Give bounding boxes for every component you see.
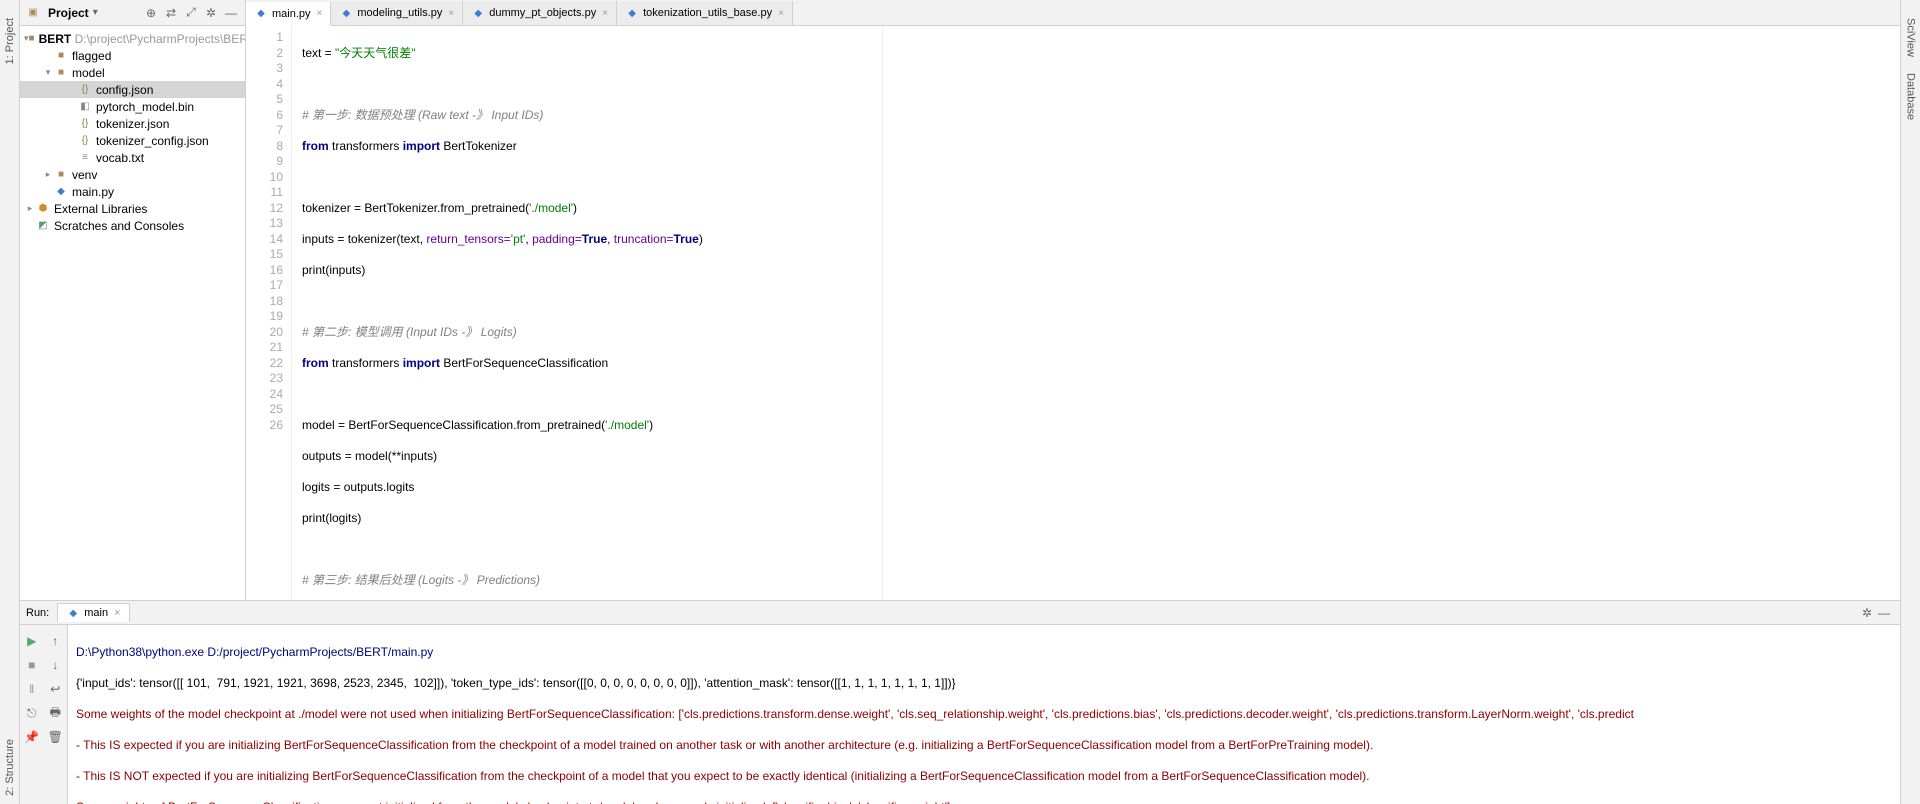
tree-pytorch-model-bin[interactable]: ◧pytorch_model.bin (20, 98, 245, 115)
expand-icon[interactable]: ⇄ (163, 5, 179, 21)
run-panel-header: Run: ◆main× ✲ — (20, 601, 1900, 625)
top-row: ▣ Project ▾ ⊕ ⇄ ⤢ ✲ — ▾■BERT D:\project\… (20, 0, 1900, 600)
locate-icon[interactable]: ⊕ (143, 5, 159, 21)
editor-area: ◆main.py× ◆modeling_utils.py× ◆dummy_pt_… (246, 0, 1900, 600)
tree-tokenizer-json[interactable]: {}tokenizer.json (20, 115, 245, 132)
structure-tool-button[interactable]: 2: Structure (4, 739, 16, 796)
tree-tokenizer-config-json[interactable]: {}tokenizer_config.json (20, 132, 245, 149)
editor-tabbar: ◆main.py× ◆modeling_utils.py× ◆dummy_pt_… (246, 0, 1900, 26)
close-icon[interactable]: × (602, 8, 608, 19)
tab-dummy-pt-objects[interactable]: ◆dummy_pt_objects.py× (463, 1, 617, 25)
tab-modeling-utils[interactable]: ◆modeling_utils.py× (331, 1, 463, 25)
tree-external-libs[interactable]: ▸⬢External Libraries (20, 200, 245, 217)
tree-model[interactable]: ▾■model (20, 64, 245, 81)
tree-root[interactable]: ▾■BERT D:\project\PycharmProjects\BERT (20, 30, 245, 47)
hide-icon[interactable]: — (223, 5, 239, 21)
run-print-icon[interactable]: 🖶 (46, 704, 64, 722)
tree-vocab-txt[interactable]: ≡vocab.txt (20, 149, 245, 166)
run-up-icon[interactable]: ↑ (46, 632, 64, 650)
run-body: ▶ ■ ‖ ⎋ 📌 ↑ ↓ ↩ 🖶 🗑 D:\Python38\python.e… (20, 625, 1900, 804)
settings-icon[interactable]: ✲ (203, 5, 219, 21)
run-clear-icon[interactable]: 🗑 (46, 728, 64, 746)
tree-flagged[interactable]: ■flagged (20, 47, 245, 64)
tree-scratches[interactable]: ◩Scratches and Consoles (20, 217, 245, 234)
run-pause-icon[interactable]: ‖ (23, 680, 41, 698)
run-hide-icon[interactable]: — (1878, 606, 1894, 620)
sciview-tool-button[interactable]: SciView (1905, 18, 1917, 57)
database-tool-button[interactable]: Database (1905, 73, 1917, 120)
close-icon[interactable]: × (448, 8, 454, 19)
close-icon[interactable]: × (778, 8, 784, 19)
tab-tokenization-utils-base[interactable]: ◆tokenization_utils_base.py× (617, 1, 793, 25)
main-column: ▣ Project ▾ ⊕ ⇄ ⤢ ✲ — ▾■BERT D:\project\… (20, 0, 1900, 804)
project-tool-button[interactable]: 1: Project (4, 18, 16, 64)
project-panel-header: ▣ Project ▾ ⊕ ⇄ ⤢ ✲ — (20, 0, 245, 26)
gutter: 1234567891011121314151617181920212223242… (246, 26, 292, 600)
run-exit-icon[interactable]: ⎋ (23, 704, 41, 722)
project-panel-title: Project (48, 6, 89, 20)
code-body[interactable]: text = "今天天气很差" # 第一步: 数据预处理 (Raw text -… (292, 26, 1900, 600)
run-stop-icon[interactable]: ■ (23, 656, 41, 674)
tree-main-py[interactable]: ◆main.py (20, 183, 245, 200)
close-icon[interactable]: × (317, 8, 323, 19)
run-rerun-icon[interactable]: ▶ (23, 632, 41, 650)
right-tool-stripe: SciView Database (1900, 0, 1920, 804)
right-margin-line (882, 26, 883, 600)
dropdown-icon[interactable]: ▾ (93, 7, 98, 18)
console-output[interactable]: D:\Python38\python.exe D:/project/Pychar… (68, 625, 1900, 804)
tab-main-py[interactable]: ◆main.py× (246, 2, 331, 26)
collapse-icon[interactable]: ⤢ (183, 5, 199, 21)
project-tree[interactable]: ▾■BERT D:\project\PycharmProjects\BERT ■… (20, 26, 245, 600)
code-editor[interactable]: 1234567891011121314151617181920212223242… (246, 26, 1900, 600)
project-icon: ▣ (26, 6, 40, 20)
project-panel: ▣ Project ▾ ⊕ ⇄ ⤢ ✲ — ▾■BERT D:\project\… (20, 0, 246, 600)
left-tool-stripe: 1: Project 2: Structure (0, 0, 20, 804)
run-pin-icon[interactable]: 📌 (23, 728, 41, 746)
run-toolbar: ▶ ■ ‖ ⎋ 📌 ↑ ↓ ↩ 🖶 🗑 (20, 625, 68, 804)
tree-venv[interactable]: ▸■venv (20, 166, 245, 183)
run-panel: Run: ◆main× ✲ — ▶ ■ ‖ ⎋ 📌 ↑ ↓ ↩ 🖶 (20, 600, 1900, 804)
run-title: Run: (26, 607, 49, 619)
run-down-icon[interactable]: ↓ (46, 656, 64, 674)
run-softwrap-icon[interactable]: ↩ (46, 680, 64, 698)
run-tab-main[interactable]: ◆main× (57, 603, 129, 622)
run-settings-icon[interactable]: ✲ (1862, 606, 1878, 620)
tree-config-json[interactable]: {}config.json (20, 81, 245, 98)
